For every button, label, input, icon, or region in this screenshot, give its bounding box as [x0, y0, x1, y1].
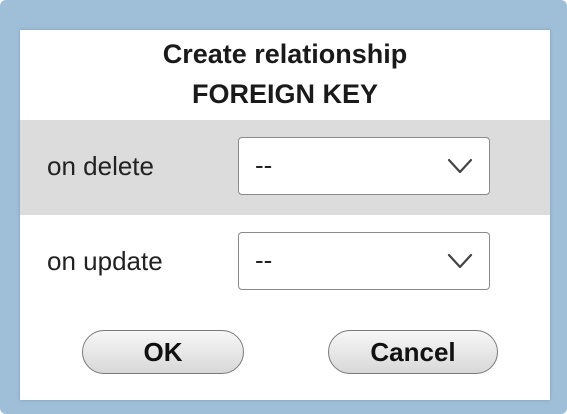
on-delete-select[interactable]: --: [238, 137, 490, 195]
on-delete-selected-value: --: [255, 150, 273, 180]
dialog-frame: Create relationship FOREIGN KEY on delet…: [0, 0, 567, 414]
on-delete-label: on delete: [47, 151, 154, 181]
cancel-button[interactable]: Cancel: [328, 330, 498, 374]
on-update-row: on update --: [20, 215, 550, 310]
on-update-select[interactable]: --: [238, 232, 490, 290]
dialog-subtitle: FOREIGN KEY: [191, 79, 379, 109]
ok-button[interactable]: OK: [82, 330, 244, 374]
on-update-selected-value: --: [255, 245, 273, 275]
on-update-label: on update: [47, 246, 163, 276]
chevron-down-icon: [447, 253, 473, 269]
create-relationship-dialog: Create relationship FOREIGN KEY on delet…: [20, 30, 550, 400]
dialog-title: Create relationship: [162, 39, 408, 69]
on-delete-row: on delete --: [20, 120, 550, 215]
chevron-down-icon: [447, 158, 473, 174]
